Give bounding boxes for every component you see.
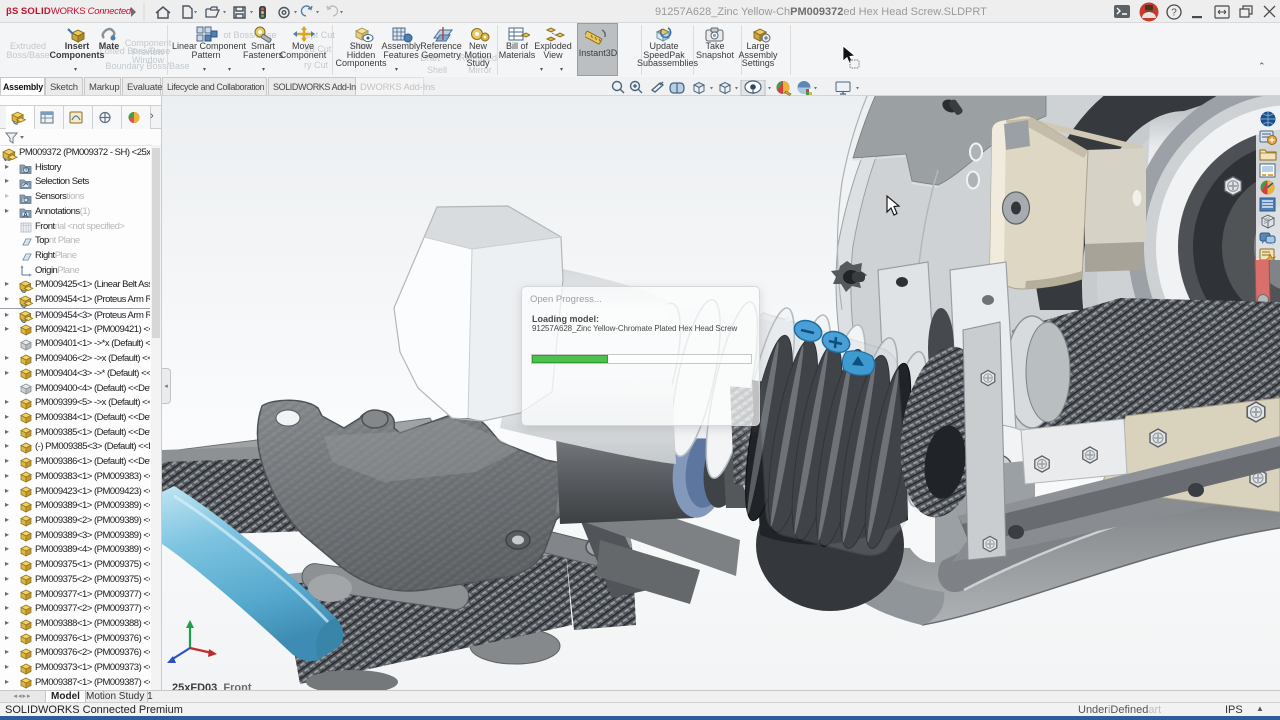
- svg-text:A: A: [23, 212, 28, 219]
- svg-text:?: ?: [1171, 8, 1177, 19]
- svg-text:25xFD03_Front: 25xFD03_Front: [172, 682, 252, 690]
